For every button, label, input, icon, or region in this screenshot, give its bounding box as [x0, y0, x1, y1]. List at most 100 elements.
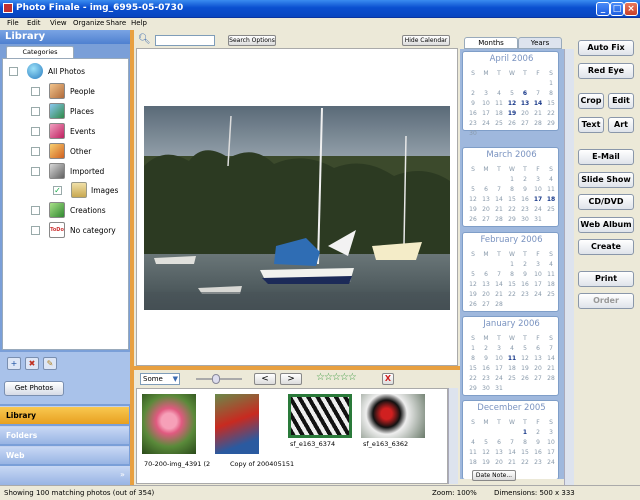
- tree-item-no-category[interactable]: No category: [70, 222, 116, 240]
- calendar-day[interactable]: 26: [506, 120, 518, 127]
- thumbnail-photo[interactable]: [215, 394, 259, 454]
- calendar-day[interactable]: 11: [545, 271, 557, 278]
- checkbox-other[interactable]: [31, 147, 40, 156]
- calendar-day[interactable]: 22: [519, 459, 531, 466]
- calendar-day[interactable]: 3: [493, 345, 505, 352]
- cd-dvd-button[interactable]: CD/DVD: [578, 194, 634, 210]
- email-button[interactable]: E-Mail: [578, 149, 634, 165]
- calendar-day[interactable]: 24: [545, 459, 557, 466]
- calendar-day[interactable]: 14: [545, 355, 557, 362]
- calendar-day[interactable]: 5: [506, 90, 518, 97]
- slide-show-button[interactable]: Slide Show: [578, 172, 634, 188]
- chevron-down-icon[interactable]: »: [120, 470, 125, 479]
- calendar-day[interactable]: 12: [480, 449, 492, 456]
- calendar-day[interactable]: 1: [506, 176, 518, 183]
- calendar-day[interactable]: 3: [532, 261, 544, 268]
- calendar-day[interactable]: 26: [519, 375, 531, 382]
- calendar-day[interactable]: 17: [493, 365, 505, 372]
- crop-button[interactable]: Crop: [578, 93, 604, 109]
- calendar-day[interactable]: 9: [467, 100, 479, 107]
- calendar-day[interactable]: 16: [467, 110, 479, 117]
- tree-item-all-photos[interactable]: All Photos: [48, 63, 85, 81]
- calendar-day[interactable]: 14: [493, 281, 505, 288]
- calendar-day[interactable]: 23: [519, 291, 531, 298]
- menu-file[interactable]: File: [7, 19, 19, 27]
- calendar-day[interactable]: 16: [480, 365, 492, 372]
- calendar-day[interactable]: 4: [467, 439, 479, 446]
- calendar-day[interactable]: 19: [467, 291, 479, 298]
- calendar-day[interactable]: 4: [545, 176, 557, 183]
- edit-category-button[interactable]: ✎: [43, 357, 57, 370]
- calendar-day[interactable]: 3: [480, 90, 492, 97]
- calendar-day[interactable]: 30: [480, 385, 492, 392]
- calendar-day[interactable]: 20: [480, 291, 492, 298]
- calendar-day[interactable]: 3: [532, 176, 544, 183]
- calendar-day[interactable]: 22: [506, 206, 518, 213]
- calendar-day[interactable]: 31: [493, 385, 505, 392]
- rating-stars[interactable]: ☆☆☆☆☆: [316, 372, 357, 383]
- calendar-day[interactable]: 22: [545, 110, 557, 117]
- text-button[interactable]: Text: [578, 117, 604, 133]
- calendar-day[interactable]: 4: [506, 345, 518, 352]
- calendar-day[interactable]: 19: [519, 365, 531, 372]
- calendar-day[interactable]: 1: [506, 261, 518, 268]
- calendar-day[interactable]: 24: [480, 120, 492, 127]
- auto-fix-button[interactable]: Auto Fix: [578, 40, 634, 56]
- calendar-day[interactable]: 8: [467, 355, 479, 362]
- calendar-day[interactable]: 2: [519, 261, 531, 268]
- menu-share[interactable]: Share: [106, 19, 126, 27]
- calendar-day[interactable]: 16: [519, 281, 531, 288]
- get-photos-button[interactable]: Get Photos: [4, 381, 64, 396]
- calendar-day[interactable]: 23: [532, 459, 544, 466]
- calendar-day[interactable]: 30: [467, 130, 479, 137]
- nav-library[interactable]: Library: [0, 406, 129, 424]
- calendar-day[interactable]: 5: [467, 271, 479, 278]
- checkbox-people[interactable]: [31, 87, 40, 96]
- calendar-day[interactable]: 7: [493, 186, 505, 193]
- calendar-day[interactable]: 12: [467, 196, 479, 203]
- menu-help[interactable]: Help: [131, 19, 147, 27]
- previous-button[interactable]: <: [254, 373, 276, 385]
- calendar-day[interactable]: 12: [519, 355, 531, 362]
- calendar-day[interactable]: 8: [506, 271, 518, 278]
- delete-photo-button[interactable]: X: [382, 373, 394, 385]
- tab-categories[interactable]: Categories: [6, 46, 74, 58]
- calendar-day[interactable]: 8: [545, 90, 557, 97]
- calendar-day[interactable]: 18: [545, 196, 557, 203]
- calendar-day[interactable]: 15: [506, 196, 518, 203]
- calendar-day[interactable]: 28: [493, 301, 505, 308]
- calendar-day[interactable]: 4: [545, 261, 557, 268]
- calendar-day[interactable]: 29: [506, 216, 518, 223]
- checkbox-creations[interactable]: [31, 206, 40, 215]
- calendar-day[interactable]: 7: [532, 90, 544, 97]
- calendar-day[interactable]: 1: [467, 345, 479, 352]
- calendar-day[interactable]: 21: [545, 365, 557, 372]
- calendar-day[interactable]: 6: [519, 90, 531, 97]
- tree-item-events[interactable]: Events: [70, 123, 95, 141]
- calendar-scrollbar[interactable]: [564, 49, 574, 485]
- calendar-day[interactable]: 30: [519, 216, 531, 223]
- calendar-day[interactable]: 6: [480, 271, 492, 278]
- web-album-button[interactable]: Web Album: [578, 217, 634, 233]
- tab-years[interactable]: Years: [518, 37, 562, 49]
- calendar-day[interactable]: 5: [480, 439, 492, 446]
- calendar-day[interactable]: 13: [480, 281, 492, 288]
- calendar-day[interactable]: 10: [532, 186, 544, 193]
- calendar-day[interactable]: 9: [480, 355, 492, 362]
- calendar-day[interactable]: 14: [493, 196, 505, 203]
- calendar-day[interactable]: 5: [519, 345, 531, 352]
- calendar-day[interactable]: 21: [532, 110, 544, 117]
- calendar-day[interactable]: 16: [532, 449, 544, 456]
- calendar-day[interactable]: 17: [532, 281, 544, 288]
- calendar-day[interactable]: 17: [545, 449, 557, 456]
- calendar-day[interactable]: 18: [506, 365, 518, 372]
- calendar-day[interactable]: 8: [519, 439, 531, 446]
- calendar-day[interactable]: 27: [519, 120, 531, 127]
- calendar-day[interactable]: 2: [519, 176, 531, 183]
- calendar-day[interactable]: 20: [493, 459, 505, 466]
- calendar-day[interactable]: 9: [519, 186, 531, 193]
- calendar-day[interactable]: 25: [506, 375, 518, 382]
- calendar-day[interactable]: 15: [506, 281, 518, 288]
- calendar-day[interactable]: 2: [467, 90, 479, 97]
- art-button[interactable]: Art: [608, 117, 634, 133]
